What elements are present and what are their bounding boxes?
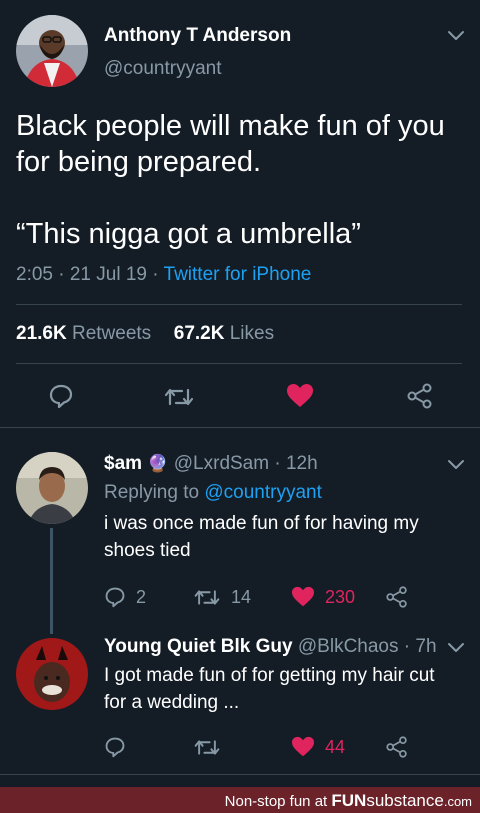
watermark-brand-fun: FUN [331, 791, 367, 810]
reply-text-line: i was once made fun of for having my [104, 513, 419, 534]
tweet-text-line: “This nigga got a umbrella” [16, 218, 361, 250]
reply1-handle-time[interactable]: @LxrdSam · 12h [174, 453, 318, 474]
reply2-avatar[interactable] [16, 638, 88, 710]
author-name[interactable]: Anthony T Anderson [104, 25, 291, 47]
likes-stat[interactable]: 67.2K Likes [174, 323, 274, 344]
reply2-like-count: 44 [325, 737, 346, 757]
heart-filled-icon[interactable] [286, 383, 314, 409]
share-icon[interactable] [385, 736, 409, 758]
reply1-text: i was once made fun of for having my sho… [104, 510, 419, 564]
heart-filled-icon[interactable] [291, 736, 315, 758]
reply1-retweet-count: 14 [231, 587, 252, 607]
divider [16, 363, 462, 364]
tweet-meta: 2:05 · 21 Jul 19 · Twitter for iPhone [16, 264, 311, 286]
chevron-down-icon[interactable] [446, 28, 466, 42]
retweets-count: 21.6K [16, 323, 67, 344]
watermark-brand-com: .com [443, 794, 472, 809]
likes-count: 67.2K [173, 323, 225, 344]
reply2-header: Young Quiet Blk Guy @BlkChaos · 7h [104, 636, 437, 658]
retweets-stat[interactable]: 21.6K Retweets [16, 323, 151, 344]
crystal-ball-emoji: 🔮 [147, 454, 169, 473]
retweet-icon[interactable] [193, 587, 221, 608]
watermark-tagline: Non-stop fun at [224, 793, 332, 810]
author-handle[interactable]: @countryyant [104, 58, 222, 80]
tweet-text-line: Black people will make fun of you [16, 110, 445, 142]
watermark-text: Non-stop fun at FUNsubstance.com [225, 791, 472, 811]
reply1-like-count: 230 [325, 587, 356, 607]
heart-filled-icon[interactable] [291, 586, 315, 608]
tweet-source-link[interactable]: Twitter for iPhone [164, 264, 312, 285]
reply2-handle-time[interactable]: @BlkChaos · 7h [298, 636, 437, 657]
retweet-icon[interactable] [163, 385, 195, 409]
reply-text-line: for a wedding ... [104, 692, 240, 713]
chevron-down-icon[interactable] [446, 640, 466, 654]
reply2-name[interactable]: Young Quiet Blk Guy [104, 636, 293, 657]
tweet-timestamp[interactable]: 2:05 · 21 Jul 19 · [16, 264, 164, 285]
watermark-brand-sub: substance [366, 791, 444, 810]
reply1-replying-to: Replying to @countryyant [104, 482, 322, 504]
reply-text-line: I got made fun of for getting my hair cu… [104, 665, 435, 686]
tweet-text-line: for being prepared. [16, 146, 262, 178]
reply1-header: $am 🔮 @LxrdSam · 12h [104, 453, 318, 475]
reply-icon[interactable] [48, 383, 74, 409]
share-icon[interactable] [406, 383, 434, 409]
tweet-text: Black people will make fun of you for be… [16, 108, 476, 252]
author-avatar[interactable] [16, 15, 88, 87]
reply-icon[interactable] [104, 736, 126, 758]
tweet-stats: 21.6K Retweets 67.2K Likes [16, 323, 274, 345]
watermark-footer: Non-stop fun at FUNsubstance.com [0, 787, 480, 813]
retweets-label: Retweets [71, 323, 152, 344]
reply1-reply-count: 2 [136, 587, 147, 607]
divider [0, 427, 480, 428]
reply-text-line: shoes tied [104, 540, 191, 561]
reply-icon[interactable] [104, 586, 126, 608]
thread-line [50, 528, 53, 634]
divider [0, 774, 480, 775]
reply2-text: I got made fun of for getting my hair cu… [104, 662, 435, 716]
share-icon[interactable] [385, 586, 409, 608]
replying-to-label: Replying to [104, 482, 205, 503]
reply1-name[interactable]: $am [104, 453, 142, 474]
likes-label: Likes [229, 323, 275, 344]
chevron-down-icon[interactable] [446, 457, 466, 471]
reply1-avatar[interactable] [16, 452, 88, 524]
retweet-icon[interactable] [193, 737, 221, 758]
divider [16, 304, 462, 305]
replying-to-handle[interactable]: @countryyant [204, 482, 322, 503]
